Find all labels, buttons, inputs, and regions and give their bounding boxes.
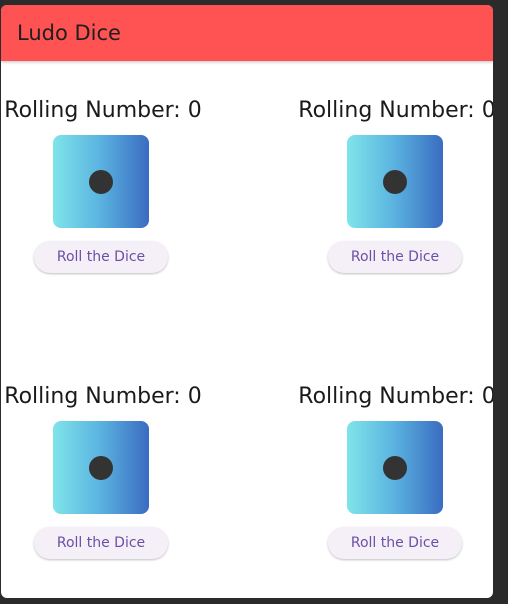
dice-pip	[89, 170, 113, 194]
dice-pip	[383, 456, 407, 480]
rolling-number-label: Rolling Number: 0	[4, 98, 202, 123]
dice-face	[347, 135, 443, 228]
dice-pip	[89, 456, 113, 480]
roll-dice-button[interactable]: Roll the Dice	[34, 241, 168, 273]
dice-face	[53, 421, 149, 514]
rolling-number-label: Rolling Number: 0	[4, 384, 202, 409]
rolling-number-label: Rolling Number: 0	[298, 98, 493, 123]
dice-face	[347, 421, 443, 514]
roll-dice-button[interactable]: Roll the Dice	[328, 527, 462, 559]
roll-dice-button[interactable]: Roll the Dice	[328, 241, 462, 273]
roll-dice-button[interactable]: Roll the Dice	[34, 527, 168, 559]
dice-face	[53, 135, 149, 228]
app-title: Ludo Dice	[17, 21, 121, 45]
app-window: Ludo Dice Rolling Number: 0 Roll the Dic…	[1, 5, 493, 598]
rolling-number-label: Rolling Number: 0	[298, 384, 493, 409]
dice-pip	[383, 170, 407, 194]
app-bar: Ludo Dice	[1, 5, 493, 61]
